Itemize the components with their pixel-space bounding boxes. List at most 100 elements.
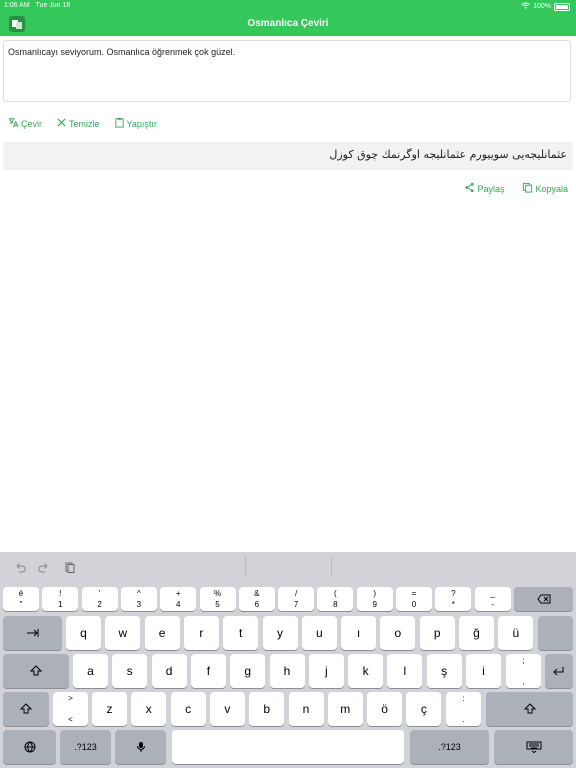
redo-icon[interactable] xyxy=(38,561,50,576)
translate-label: Çevir xyxy=(21,118,43,129)
key-z[interactable]: z xyxy=(92,692,127,726)
battery-icon xyxy=(554,2,570,11)
key-ı[interactable]: ı xyxy=(341,616,377,650)
shift-lock-key[interactable] xyxy=(3,654,69,688)
source-text-input[interactable]: Osmanlıcayı seviyorum. Osmanlıca öğrenme… xyxy=(3,40,571,102)
key-angle-brackets[interactable]: > < xyxy=(53,692,88,726)
key-n[interactable]: n xyxy=(288,692,324,726)
key-bottom-label: 2 xyxy=(97,600,102,609)
key-num-2[interactable]: ' 2 xyxy=(81,587,118,611)
key-u[interactable]: u xyxy=(301,616,337,650)
delete-key[interactable] xyxy=(514,587,573,611)
shift-icon xyxy=(30,665,42,676)
key-ğ[interactable]: ğ xyxy=(459,616,494,650)
key-bottom-label: " xyxy=(19,600,23,609)
copy-button[interactable]: Kopyala xyxy=(522,182,568,195)
key-t[interactable]: t xyxy=(223,616,259,650)
microphone-icon xyxy=(136,742,145,752)
key-i[interactable]: i xyxy=(466,654,501,688)
hide-keyboard-key[interactable] xyxy=(494,730,573,764)
tab-key[interactable] xyxy=(3,616,62,650)
key-top-label: / xyxy=(294,589,298,598)
key-top-label: ( xyxy=(334,589,337,598)
key-num-1[interactable]: ! 1 xyxy=(42,587,79,611)
key-num-8[interactable]: (8 xyxy=(317,587,354,611)
key-p[interactable]: p xyxy=(419,616,455,650)
clipboard-icon xyxy=(114,117,125,130)
paste-button[interactable]: Yapıştır xyxy=(114,117,157,130)
numbers-key-left[interactable]: .?123 xyxy=(60,730,111,764)
key-ç[interactable]: ç xyxy=(406,692,442,726)
key-h[interactable]: h xyxy=(269,654,305,688)
shift-key-right[interactable] xyxy=(486,692,573,726)
keyboard-hide-icon xyxy=(526,741,541,753)
toolbar-divider xyxy=(245,556,246,576)
key-ş[interactable]: ş xyxy=(426,654,462,688)
key-num-7[interactable]: /7 xyxy=(278,587,315,611)
key-o[interactable]: o xyxy=(380,616,416,650)
share-button[interactable]: Paylaş xyxy=(464,182,504,195)
shift-key-left[interactable] xyxy=(3,692,49,726)
key-num-3[interactable]: ^ 3 xyxy=(120,587,157,611)
key-num-5[interactable]: % 5 xyxy=(199,587,236,611)
key-num-9[interactable]: ) 9 xyxy=(356,587,393,611)
copy-icon xyxy=(522,182,533,195)
key-b[interactable]: b xyxy=(249,692,285,726)
key-top-label: > xyxy=(68,694,73,703)
key-num-4[interactable]: +4 xyxy=(160,587,197,611)
key-ü[interactable]: ü xyxy=(498,616,534,650)
key-e[interactable]: e xyxy=(144,616,180,650)
key-bottom-label: 5 xyxy=(215,600,220,609)
space-key[interactable] xyxy=(172,730,404,764)
key-colon[interactable]: :. xyxy=(446,692,481,726)
key-bottom-label: 0 xyxy=(411,600,417,609)
key-m[interactable]: m xyxy=(327,692,363,726)
key-top-label: + xyxy=(175,589,181,598)
return-key[interactable] xyxy=(545,654,573,688)
key-f[interactable]: f xyxy=(190,654,226,688)
key-top-label: ! xyxy=(59,589,62,598)
return-key-spacer[interactable] xyxy=(538,616,573,650)
key-ö[interactable]: ö xyxy=(367,692,403,726)
key-top-label: ; xyxy=(522,656,525,665)
key-d[interactable]: d xyxy=(151,654,187,688)
key-j[interactable]: j xyxy=(308,654,344,688)
key-bottom-label: 1 xyxy=(58,600,63,609)
numbers-key-right[interactable]: .?123 xyxy=(410,730,489,764)
copy-label: Kopyala xyxy=(535,183,568,194)
dictation-key[interactable] xyxy=(115,730,166,764)
key-num--[interactable]: _ - xyxy=(474,587,511,611)
key-num-6[interactable]: & 6 xyxy=(238,587,275,611)
key-x[interactable]: x xyxy=(131,692,167,726)
key-semicolon[interactable]: ;, xyxy=(506,654,541,688)
share-label: Paylaş xyxy=(477,183,505,194)
key-v[interactable]: v xyxy=(209,692,245,726)
return-icon xyxy=(553,667,564,676)
key-l[interactable]: l xyxy=(387,654,423,688)
key-top-label: _ xyxy=(490,589,495,598)
translate-icon xyxy=(8,117,19,130)
key-a[interactable]: a xyxy=(73,654,108,688)
clipboard-paste-icon[interactable] xyxy=(64,561,76,576)
key-r[interactable]: r xyxy=(183,616,219,650)
key-k[interactable]: k xyxy=(348,654,384,688)
clear-button[interactable]: Temizle xyxy=(56,117,100,130)
key-top-label: ^ xyxy=(137,589,141,598)
globe-key[interactable] xyxy=(3,730,56,764)
key-c[interactable]: c xyxy=(170,692,206,726)
key-y[interactable]: y xyxy=(262,616,298,650)
key-bottom-label: 4 xyxy=(175,600,181,609)
key-top-label: : xyxy=(462,694,465,703)
undo-icon[interactable] xyxy=(14,561,26,576)
key-w[interactable]: w xyxy=(105,616,141,650)
translate-button[interactable]: Çevir xyxy=(8,117,42,130)
key-top-label: é xyxy=(18,589,24,598)
key-q[interactable]: q xyxy=(66,616,101,650)
key-num-*[interactable]: ? * xyxy=(435,587,472,611)
wifi-icon xyxy=(521,2,530,11)
key-num-0[interactable]: = 0 xyxy=(396,587,432,611)
key-s[interactable]: s xyxy=(112,654,148,688)
globe-icon xyxy=(24,741,35,753)
key-g[interactable]: g xyxy=(230,654,266,688)
key-num-"[interactable]: é " xyxy=(3,587,39,611)
